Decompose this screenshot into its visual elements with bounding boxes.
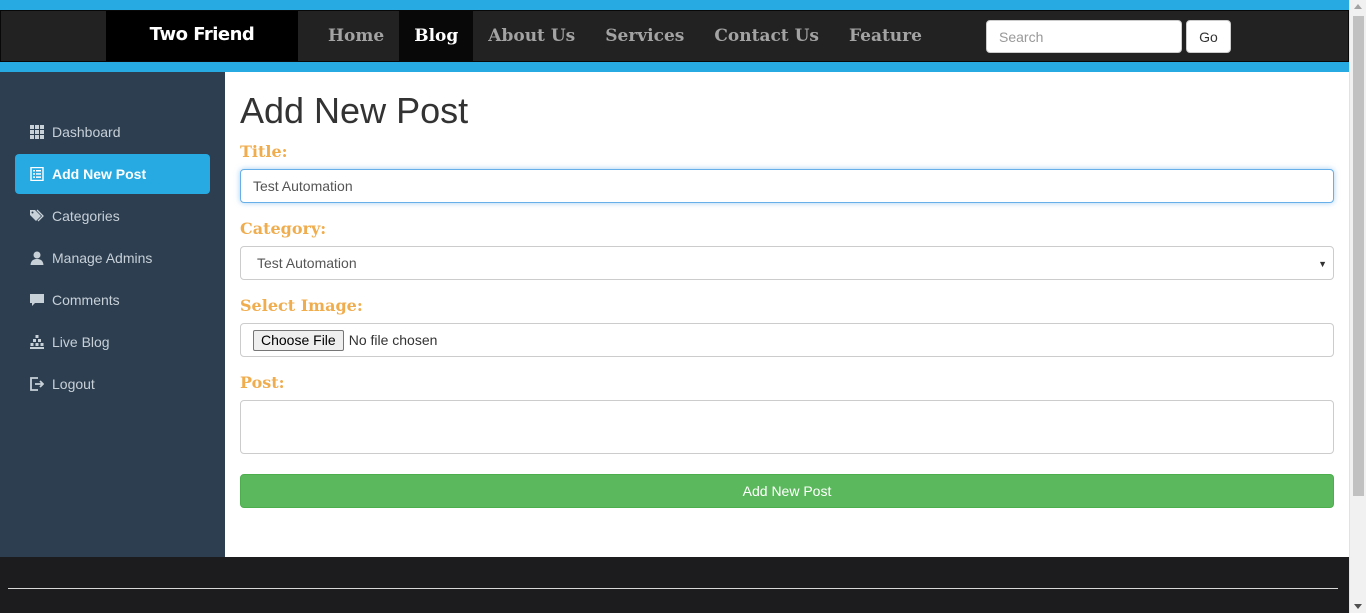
choose-file-button[interactable]: Choose File: [253, 329, 344, 351]
file-status: No file chosen: [348, 332, 438, 348]
image-label: Select Image:: [240, 296, 363, 315]
scroll-down-icon[interactable]: [1354, 604, 1362, 609]
nav-feature[interactable]: Feature: [834, 11, 937, 61]
brand-text: Two Friend: [149, 23, 255, 45]
title-label: Title:: [240, 142, 288, 161]
sidebar-item-categories[interactable]: Categories: [15, 196, 210, 236]
post-label: Post:: [240, 373, 285, 392]
nav-menu: Home Blog About Us Services Contact Us F…: [313, 11, 937, 61]
nav-about-us[interactable]: About Us: [473, 11, 590, 61]
sidebar-item-logout[interactable]: Logout: [15, 364, 210, 404]
sidebar-item-label: Logout: [52, 376, 95, 392]
nav-services[interactable]: Services: [590, 11, 699, 61]
scroll-thumb[interactable]: [1353, 16, 1364, 496]
sidebar-item-label: Dashboard: [52, 124, 121, 140]
footer-divider: [8, 588, 1338, 589]
category-selected-value: Test Automation: [257, 255, 357, 271]
nav-contact-us[interactable]: Contact Us: [699, 11, 834, 61]
comment-icon: [29, 293, 45, 307]
page: Two Friend Home Blog About Us Services C…: [0, 0, 1366, 613]
sidebar-item-live-blog[interactable]: Live Blog: [15, 322, 210, 362]
sidebar-item-manage-admins[interactable]: Manage Admins: [15, 238, 210, 278]
navbar: Two Friend Home Blog About Us Services C…: [0, 10, 1349, 62]
tree-icon: [29, 335, 45, 349]
footer: [0, 557, 1349, 613]
accent-band: [0, 62, 1349, 72]
grid-icon: [29, 125, 45, 139]
sidebar-item-label: Live Blog: [52, 334, 110, 350]
sidebar-item-add-new-post[interactable]: Add New Post: [15, 154, 210, 194]
nav-blog[interactable]: Blog: [399, 11, 474, 61]
post-textarea[interactable]: [240, 400, 1334, 454]
sidebar-item-label: Categories: [52, 208, 120, 224]
add-new-post-button[interactable]: Add New Post: [240, 474, 1334, 508]
user-icon: [29, 251, 45, 265]
page-title: Add New Post: [240, 90, 469, 131]
sidebar-item-dashboard[interactable]: Dashboard: [15, 112, 210, 152]
image-file-field: Choose File No file chosen: [240, 323, 1334, 357]
list-icon: [29, 167, 45, 181]
tags-icon: [29, 209, 45, 223]
scroll-up-icon[interactable]: [1354, 4, 1362, 9]
sidebar-item-label: Comments: [52, 292, 120, 308]
category-label: Category:: [240, 219, 327, 238]
sidebar: Dashboard Add New Post Categories Manage…: [0, 72, 225, 557]
sidebar-menu: Dashboard Add New Post Categories Manage…: [15, 112, 210, 406]
chevron-down-icon: ▼: [1318, 259, 1327, 269]
sidebar-item-comments[interactable]: Comments: [15, 280, 210, 320]
logout-icon: [29, 377, 45, 391]
top-accent-strip: [0, 0, 1349, 10]
title-input[interactable]: [240, 169, 1334, 203]
sidebar-item-label: Manage Admins: [52, 250, 153, 266]
sidebar-item-label: Add New Post: [52, 166, 147, 182]
nav-home[interactable]: Home: [313, 11, 399, 61]
vertical-scrollbar[interactable]: [1349, 0, 1366, 613]
search-go-button[interactable]: Go: [1186, 20, 1231, 53]
brand-logo[interactable]: Two Friend: [106, 11, 298, 61]
search-input[interactable]: [986, 20, 1182, 53]
category-select[interactable]: Test Automation ▼: [240, 246, 1334, 280]
